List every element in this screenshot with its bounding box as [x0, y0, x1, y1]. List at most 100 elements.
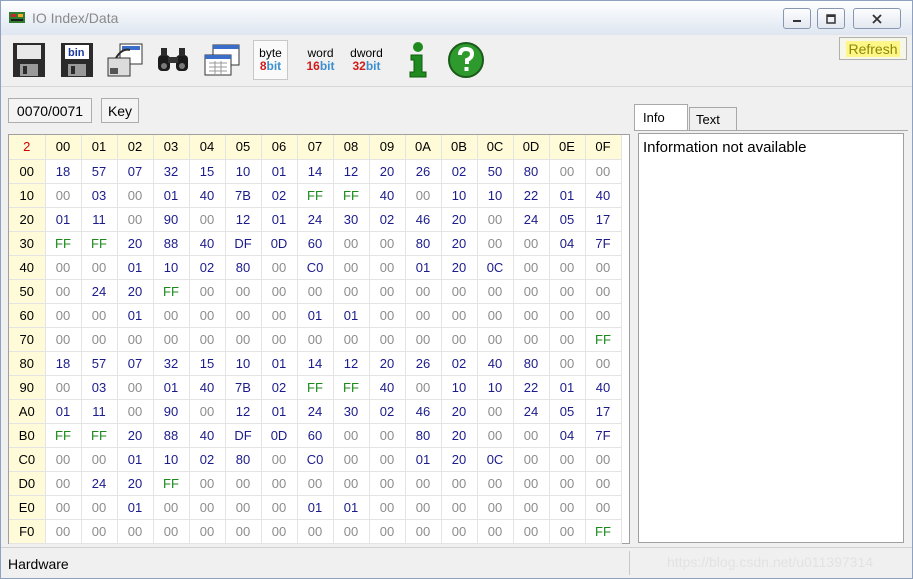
hex-cell[interactable]: 11: [81, 207, 118, 232]
hex-cell[interactable]: 00: [81, 303, 118, 328]
hex-cell[interactable]: 00: [261, 279, 298, 304]
hex-cell[interactable]: 40: [585, 183, 622, 208]
hex-cell[interactable]: 00: [81, 519, 118, 544]
hex-cell[interactable]: 0D: [261, 423, 298, 448]
hex-cell[interactable]: 00: [369, 423, 406, 448]
hex-cell[interactable]: 00: [585, 351, 622, 376]
hex-cell[interactable]: 00: [333, 471, 370, 496]
hex-cell[interactable]: 00: [81, 255, 118, 280]
hex-cell[interactable]: 02: [369, 399, 406, 424]
hex-cell[interactable]: 30: [333, 399, 370, 424]
hex-cell[interactable]: 40: [369, 375, 406, 400]
hex-cell[interactable]: 00: [477, 327, 514, 352]
hex-cell[interactable]: 00: [45, 303, 82, 328]
hex-cell[interactable]: 00: [225, 327, 262, 352]
hex-cell[interactable]: 00: [261, 495, 298, 520]
hex-cell[interactable]: 05: [549, 207, 586, 232]
byte-button[interactable]: byte 8bit: [253, 40, 288, 80]
hex-cell[interactable]: 57: [81, 159, 118, 184]
hex-cell[interactable]: 00: [549, 471, 586, 496]
hex-cell[interactable]: FF: [333, 183, 370, 208]
hex-cell[interactable]: FF: [81, 231, 118, 256]
hex-cell[interactable]: 00: [117, 375, 154, 400]
hex-cell[interactable]: 26: [405, 351, 442, 376]
hex-cell[interactable]: 00: [117, 327, 154, 352]
hex-cell[interactable]: 02: [441, 351, 478, 376]
word-button[interactable]: word 16bit: [303, 40, 338, 80]
tab-info[interactable]: Info: [634, 104, 688, 131]
hex-cell[interactable]: 7B: [225, 183, 262, 208]
hex-cell[interactable]: 40: [189, 423, 226, 448]
hex-cell[interactable]: 00: [369, 471, 406, 496]
hex-cell[interactable]: 40: [369, 183, 406, 208]
hex-cell[interactable]: 40: [477, 351, 514, 376]
hex-cell[interactable]: 80: [225, 255, 262, 280]
hex-cell[interactable]: 02: [189, 447, 226, 472]
hex-cell[interactable]: 01: [261, 159, 298, 184]
close-button[interactable]: [853, 8, 901, 29]
hex-cell[interactable]: 00: [369, 447, 406, 472]
key-button[interactable]: Key: [101, 98, 139, 123]
hex-cell[interactable]: 00: [441, 471, 478, 496]
hex-cell[interactable]: 24: [81, 279, 118, 304]
hex-cell[interactable]: 00: [45, 447, 82, 472]
hex-cell[interactable]: 18: [45, 159, 82, 184]
hex-cell[interactable]: 14: [297, 351, 334, 376]
hex-cell[interactable]: 00: [225, 519, 262, 544]
hex-cell[interactable]: 01: [117, 447, 154, 472]
hex-cell[interactable]: 0C: [477, 255, 514, 280]
hex-cell[interactable]: 22: [513, 183, 550, 208]
hex-cell[interactable]: FF: [153, 279, 190, 304]
hex-cell[interactable]: 00: [585, 159, 622, 184]
hex-cell[interactable]: 20: [441, 231, 478, 256]
hex-cell[interactable]: 00: [441, 327, 478, 352]
hex-cell[interactable]: 00: [477, 495, 514, 520]
hex-cell[interactable]: 00: [333, 231, 370, 256]
hex-cell[interactable]: 40: [189, 231, 226, 256]
hex-cell[interactable]: 02: [261, 183, 298, 208]
minimize-button[interactable]: [783, 8, 811, 29]
hex-cell[interactable]: 12: [225, 399, 262, 424]
hex-cell[interactable]: 26: [405, 159, 442, 184]
hex-cell[interactable]: 00: [333, 327, 370, 352]
hex-cell[interactable]: 24: [297, 399, 334, 424]
hex-cell[interactable]: 02: [441, 159, 478, 184]
hex-cell[interactable]: 00: [441, 495, 478, 520]
hex-cell[interactable]: 00: [513, 303, 550, 328]
hex-cell[interactable]: 00: [297, 471, 334, 496]
hex-cell[interactable]: 00: [45, 375, 82, 400]
hex-cell[interactable]: 10: [441, 375, 478, 400]
hex-cell[interactable]: 00: [513, 471, 550, 496]
hex-cell[interactable]: 01: [153, 183, 190, 208]
save-bin-button[interactable]: bin: [57, 40, 97, 80]
hex-cell[interactable]: FF: [45, 231, 82, 256]
hex-cell[interactable]: 03: [81, 375, 118, 400]
hex-cell[interactable]: 00: [549, 519, 586, 544]
hex-cell[interactable]: 00: [297, 279, 334, 304]
hex-cell[interactable]: 20: [117, 279, 154, 304]
hex-cell[interactable]: DF: [225, 231, 262, 256]
hex-cell[interactable]: 00: [225, 471, 262, 496]
hex-cell[interactable]: 40: [189, 375, 226, 400]
open-device-button[interactable]: [105, 40, 145, 80]
hex-cell[interactable]: 00: [441, 303, 478, 328]
hex-cell[interactable]: 00: [585, 255, 622, 280]
hex-cell[interactable]: 20: [441, 255, 478, 280]
hex-cell[interactable]: 00: [261, 303, 298, 328]
hex-cell[interactable]: 00: [297, 327, 334, 352]
hex-cell[interactable]: 05: [549, 399, 586, 424]
hex-cell[interactable]: FF: [297, 375, 334, 400]
hex-cell[interactable]: FF: [585, 327, 622, 352]
hex-cell[interactable]: 00: [261, 327, 298, 352]
hex-cell[interactable]: 00: [477, 519, 514, 544]
hex-cell[interactable]: 00: [81, 327, 118, 352]
hex-cell[interactable]: 00: [405, 183, 442, 208]
hex-cell[interactable]: 32: [153, 159, 190, 184]
hex-cell[interactable]: 04: [549, 231, 586, 256]
hex-cell[interactable]: 10: [225, 159, 262, 184]
view-button[interactable]: [202, 40, 242, 80]
hex-cell[interactable]: 00: [477, 399, 514, 424]
hex-cell[interactable]: 12: [225, 207, 262, 232]
hex-cell[interactable]: 80: [513, 159, 550, 184]
hex-cell[interactable]: FF: [297, 183, 334, 208]
